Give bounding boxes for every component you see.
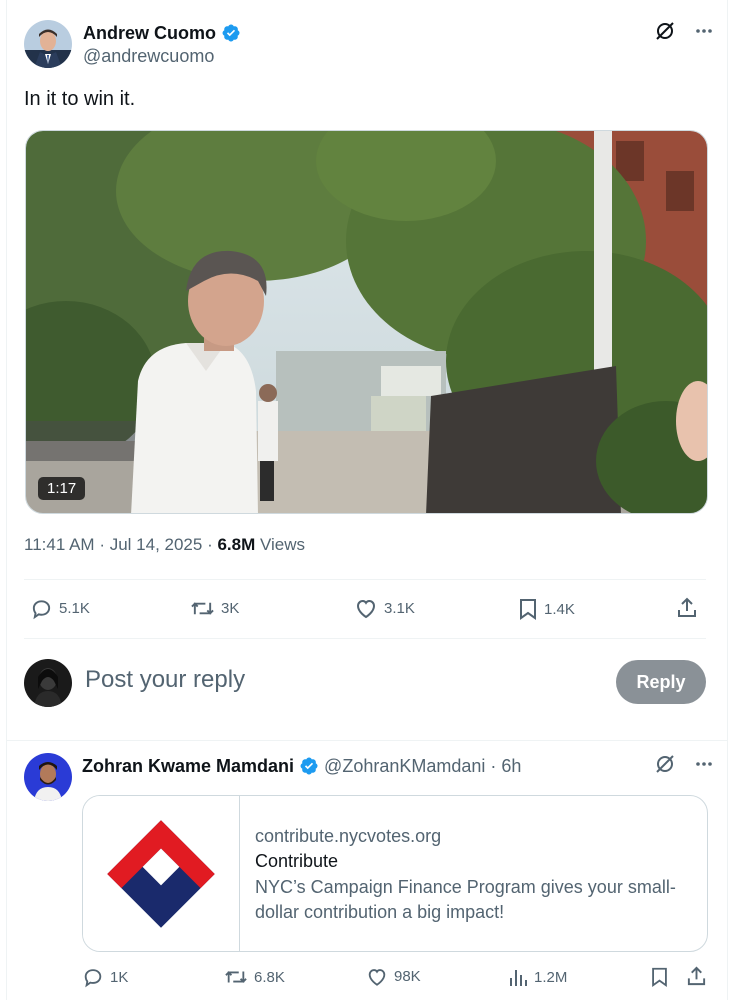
bookmark-count: 1.4K [544,600,575,618]
video-duration: 1:17 [38,477,86,500]
views-count: 1.2M [534,968,568,986]
share-button[interactable] [686,966,707,987]
tweet-meta: 11:41 AM · Jul 14, 2025 · 6.8M Views [24,535,306,554]
views-label: Views [260,535,306,554]
reply-count: 5.1K [59,600,90,617]
repost-button[interactable]: 6.8K [224,966,285,988]
bookmark-icon [520,599,536,620]
reply-count: 1K [110,968,129,986]
reply-time[interactable]: 6h [501,756,521,777]
like-icon [356,599,376,619]
bookmark-button[interactable]: 1.4K [518,597,575,621]
link-card[interactable]: contribute.nycvotes.org Contribute NYC’s… [82,795,708,952]
verified-badge-icon [300,757,318,775]
link-card-thumbnail [83,796,240,951]
views-icon [510,970,527,986]
tweet-video[interactable]: 1:17 [25,130,708,514]
reply-button[interactable]: 5.1K [30,597,90,620]
author-handle[interactable]: @andrewcuomo [83,46,241,67]
bookmark-button[interactable] [650,966,669,988]
reply-author-info: Zohran Kwame Mamdani @ZohranKMamdani · 6… [82,755,522,777]
views-count: 6.8M [217,535,256,554]
repost-icon [225,971,247,983]
repost-count: 6.8K [254,968,285,986]
reply-top-actions [654,753,714,775]
share-icon [687,966,706,986]
reply-submit-button[interactable]: Reply [616,660,706,704]
divider [6,740,728,741]
tweet-header: Andrew Cuomo @andrewcuomo [24,20,714,70]
repost-icon [191,602,214,615]
tweet-text: In it to win it. [24,88,136,110]
like-icon [368,969,386,986]
grok-icon[interactable] [654,753,676,775]
like-count: 98K [394,968,421,985]
reply-icon [84,969,102,988]
tweet-time[interactable]: 11:41 AM [24,535,95,554]
like-button[interactable]: 98K [366,966,421,987]
share-icon [678,597,696,617]
tweet-actions: 5.1K 3K 3.1K 1.4K [24,592,704,626]
like-count: 3.1K [384,599,415,617]
link-card-description: NYC’s Campaign Finance Program gives you… [255,877,676,922]
reply-author-avatar[interactable] [24,753,72,801]
nycvotes-logo-icon [107,820,215,928]
link-card-domain: contribute.nycvotes.org [255,826,442,846]
share-button[interactable] [676,597,698,619]
more-icon[interactable] [694,21,714,41]
more-icon[interactable] [694,754,714,774]
repost-button[interactable]: 3K [190,597,239,620]
author-info: Andrew Cuomo @andrewcuomo [83,20,241,67]
reply-author-name[interactable]: Zohran Kwame Mamdani [82,756,294,777]
reply-composer: Post your reply Reply [24,657,706,709]
like-button[interactable]: 3.1K [354,597,415,619]
author-avatar[interactable] [24,20,72,68]
views-button[interactable]: 1.2M [508,966,567,988]
reply-button[interactable]: 1K [82,966,128,988]
repost-count: 3K [221,600,240,617]
grok-icon[interactable] [654,20,676,42]
tweet-date[interactable]: Jul 14, 2025 [110,535,203,554]
link-card-body: contribute.nycvotes.org Contribute NYC’s… [255,824,695,925]
divider [24,579,706,580]
tweet-top-actions [654,20,714,42]
verified-badge-icon [222,24,240,42]
bookmark-icon [652,967,667,988]
link-card-title: Contribute [255,851,339,871]
user-avatar[interactable] [24,659,72,707]
author-name[interactable]: Andrew Cuomo [83,23,216,44]
reply-author-handle[interactable]: @ZohranKMamdani [324,756,485,777]
video-frame [26,131,707,513]
reply-input[interactable]: Post your reply [85,666,245,694]
divider [24,638,706,639]
reply-icon [32,600,51,620]
reply-tweet-actions: 1K 6.8K 98K 1.2M [82,966,708,996]
